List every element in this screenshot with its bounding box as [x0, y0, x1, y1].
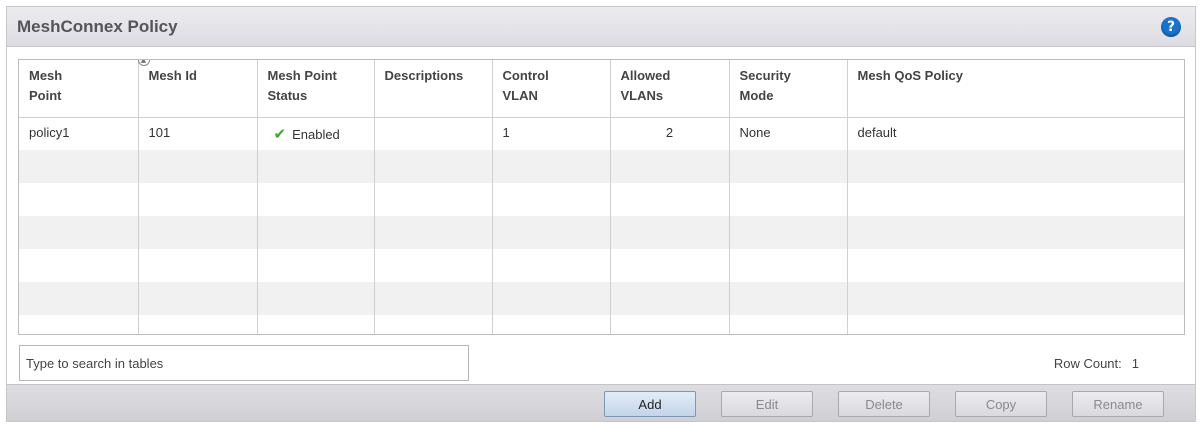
edit-button[interactable]: Edit [721, 391, 813, 417]
cell-mesh-id: 101 [138, 117, 258, 150]
column-header-label: Allowed VLANs [620, 68, 671, 103]
cell-security-mode: None [729, 117, 848, 150]
panel-title: MeshConnex Policy [17, 17, 178, 36]
panel-titlebar: MeshConnex Policy ? [7, 7, 1195, 47]
column-header-label: Mesh Point [29, 68, 63, 103]
rename-button[interactable]: Rename [1072, 391, 1164, 417]
cell-descriptions [374, 117, 493, 150]
column-header-label: Control VLAN [502, 68, 549, 103]
column-header-mesh-point-status[interactable]: Mesh Point Status [257, 60, 375, 118]
column-header-mesh-id[interactable]: Mesh Id [138, 60, 258, 118]
column-header-security-mode[interactable]: Security Mode [729, 60, 848, 118]
delete-button[interactable]: Delete [838, 391, 930, 417]
column-header-label: Descriptions [384, 68, 464, 83]
cell-mesh-point: policy1 [19, 117, 139, 150]
cell-mesh-qos-policy: default [847, 117, 1184, 150]
column-header-label: Mesh Point Status [267, 68, 337, 103]
cell-allowed-vlans: 2 [610, 117, 730, 150]
meshconnex-policy-panel: MeshConnex Policy ? Mesh Point ▲ Mesh Id [6, 6, 1196, 422]
column-header-mesh-point[interactable]: Mesh Point ▲ [19, 60, 150, 118]
cell-mesh-point-status: ✔ Enabled [257, 117, 375, 150]
empty-row [19, 183, 1184, 216]
table-row[interactable]: policy1 101 ✔ Enabled 1 2 None default [19, 117, 1184, 150]
button-bar: Add Edit Delete Copy Rename [7, 384, 1195, 421]
column-header-label: Security Mode [739, 68, 791, 103]
empty-row [19, 216, 1184, 249]
mesh-point-table: Mesh Point ▲ Mesh Id Mesh Point Status D… [18, 59, 1185, 335]
row-count: Row Count: 1 [1054, 356, 1139, 371]
empty-row [19, 249, 1184, 282]
cell-control-vlan: 1 [492, 117, 611, 150]
column-header-control-vlan[interactable]: Control VLAN [492, 60, 611, 118]
column-header-descriptions[interactable]: Descriptions [374, 60, 493, 118]
row-count-value: 1 [1131, 356, 1139, 371]
table-search-input[interactable] [19, 345, 469, 381]
column-header-label: Mesh Id [148, 68, 197, 83]
row-count-label: Row Count: [1053, 356, 1122, 371]
empty-row [19, 282, 1184, 315]
column-header-label: Mesh QoS Policy [857, 68, 963, 83]
column-header-mesh-qos-policy[interactable]: Mesh QoS Policy [847, 60, 1184, 118]
table-header-row: Mesh Point ▲ Mesh Id Mesh Point Status D… [19, 60, 1184, 118]
status-label: Enabled [292, 126, 340, 142]
add-button[interactable]: Add [604, 391, 696, 417]
empty-row [19, 150, 1184, 183]
help-icon[interactable]: ? [1161, 17, 1181, 37]
check-icon: ✔ [273, 124, 287, 143]
column-header-allowed-vlans[interactable]: Allowed VLANs [610, 60, 730, 118]
copy-button[interactable]: Copy [955, 391, 1047, 417]
empty-row [19, 315, 1184, 334]
